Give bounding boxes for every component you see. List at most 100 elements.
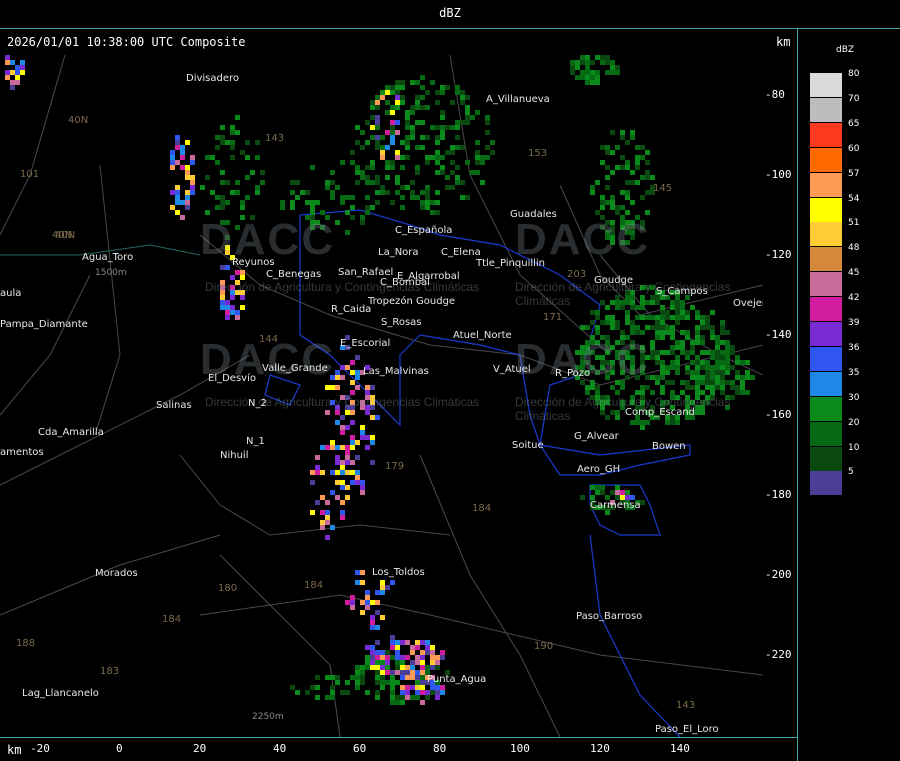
place-label: Pampa_Diamante bbox=[0, 319, 88, 330]
radar-echo-cell bbox=[440, 90, 445, 95]
radar-echo-cell bbox=[620, 385, 625, 390]
radar-echo-cell bbox=[370, 105, 375, 110]
place-label: N_1 bbox=[246, 436, 265, 447]
radar-echo-cell bbox=[340, 160, 345, 165]
radar-echo-cell bbox=[585, 385, 590, 390]
radar-echo-cell bbox=[475, 155, 480, 160]
radar-echo-cell bbox=[620, 190, 625, 195]
radar-echo-cell bbox=[455, 165, 460, 170]
radar-echo-cell bbox=[680, 345, 685, 350]
radar-echo-cell bbox=[665, 315, 670, 320]
radar-echo-cell bbox=[600, 320, 605, 325]
radar-echo-cell bbox=[620, 155, 625, 160]
radar-echo-cell bbox=[390, 700, 395, 705]
radar-echo-cell bbox=[690, 345, 695, 350]
radar-echo-cell bbox=[485, 120, 490, 125]
radar-echo-cell bbox=[570, 60, 575, 65]
radar-echo-cell bbox=[400, 670, 405, 675]
radar-echo-cell bbox=[360, 490, 365, 495]
radar-echo-cell bbox=[360, 570, 365, 575]
radar-echo-cell bbox=[620, 490, 625, 495]
radar-echo-cell bbox=[360, 485, 365, 490]
radar-echo-cell bbox=[710, 380, 715, 385]
radar-echo-cell bbox=[700, 375, 705, 380]
radar-echo-cell bbox=[330, 445, 335, 450]
radar-echo-cell bbox=[700, 315, 705, 320]
radar-echo-cell bbox=[340, 445, 345, 450]
radar-map[interactable]: DACC Dirección de Agricultura y Continge… bbox=[0, 55, 763, 737]
radar-echo-cell bbox=[620, 130, 625, 135]
radar-echo-cell bbox=[440, 690, 445, 695]
radar-echo-cell bbox=[345, 485, 350, 490]
radar-echo-cell bbox=[720, 370, 725, 375]
radar-echo-cell bbox=[330, 180, 335, 185]
radar-echo-cell bbox=[390, 580, 395, 585]
radar-echo-cell bbox=[310, 165, 315, 170]
legend-color-swatch bbox=[810, 222, 842, 247]
radar-echo-cell bbox=[735, 360, 740, 365]
y-tick-label: -200 bbox=[765, 568, 792, 581]
radar-echo-cell bbox=[340, 430, 345, 435]
radar-echo-cell bbox=[430, 690, 435, 695]
radar-echo-cell bbox=[350, 480, 355, 485]
radar-echo-cell bbox=[695, 325, 700, 330]
place-label: amentos bbox=[0, 447, 44, 458]
radar-echo-cell bbox=[375, 135, 380, 140]
radar-echo-cell bbox=[435, 135, 440, 140]
place-label: Guadales bbox=[510, 209, 557, 220]
radar-echo-cell bbox=[445, 175, 450, 180]
radar-echo-cell bbox=[375, 665, 380, 670]
radar-echo-cell bbox=[400, 80, 405, 85]
radar-echo-cell bbox=[410, 180, 415, 185]
radar-echo-cell bbox=[380, 150, 385, 155]
radar-echo-cell bbox=[220, 125, 225, 130]
radar-echo-cell bbox=[600, 490, 605, 495]
radar-echo-cell bbox=[325, 410, 330, 415]
radar-echo-cell bbox=[380, 585, 385, 590]
radar-echo-cell bbox=[650, 355, 655, 360]
legend-value-label: 10 bbox=[848, 442, 860, 453]
radar-echo-cell bbox=[655, 315, 660, 320]
radar-echo-cell bbox=[615, 320, 620, 325]
legend-value-label: 30 bbox=[848, 392, 860, 403]
radar-echo-cell bbox=[365, 195, 370, 200]
radar-echo-cell bbox=[335, 680, 340, 685]
radar-echo-cell bbox=[405, 120, 410, 125]
radar-echo-cell bbox=[435, 665, 440, 670]
radar-echo-cell bbox=[610, 195, 615, 200]
radar-echo-cell bbox=[635, 165, 640, 170]
radar-echo-cell bbox=[240, 205, 245, 210]
radar-echo-cell bbox=[485, 155, 490, 160]
radar-echo-cell bbox=[740, 385, 745, 390]
radar-echo-cell bbox=[280, 200, 285, 205]
legend-value-label: 51 bbox=[848, 218, 860, 229]
radar-echo-cell bbox=[10, 70, 15, 75]
place-label: R_Pozo bbox=[555, 368, 591, 379]
legend-color-swatch bbox=[810, 147, 842, 172]
radar-echo-cell bbox=[15, 75, 20, 80]
radar-echo-cell bbox=[595, 310, 600, 315]
radar-echo-cell bbox=[455, 175, 460, 180]
radar-echo-cell bbox=[610, 205, 615, 210]
radar-echo-cell bbox=[425, 650, 430, 655]
radar-echo-cell bbox=[185, 175, 190, 180]
radar-echo-cell bbox=[420, 200, 425, 205]
radar-echo-cell bbox=[375, 650, 380, 655]
place-label: N_2 bbox=[248, 398, 267, 409]
radar-echo-cell bbox=[430, 80, 435, 85]
radar-echo-cell bbox=[175, 200, 180, 205]
radar-echo-cell bbox=[605, 200, 610, 205]
radar-echo-cell bbox=[490, 140, 495, 145]
radar-echo-cell bbox=[420, 665, 425, 670]
place-label: Salinas bbox=[156, 400, 192, 411]
radar-echo-cell bbox=[410, 675, 415, 680]
radar-echo-cell bbox=[220, 140, 225, 145]
legend-color-swatch bbox=[810, 421, 842, 446]
radar-echo-cell bbox=[410, 195, 415, 200]
radar-echo-cell bbox=[735, 355, 740, 360]
radar-echo-cell bbox=[405, 115, 410, 120]
radar-echo-cell bbox=[355, 385, 360, 390]
radar-echo-cell bbox=[670, 360, 675, 365]
y-tick-label: -100 bbox=[765, 168, 792, 181]
radar-echo-cell bbox=[430, 655, 435, 660]
